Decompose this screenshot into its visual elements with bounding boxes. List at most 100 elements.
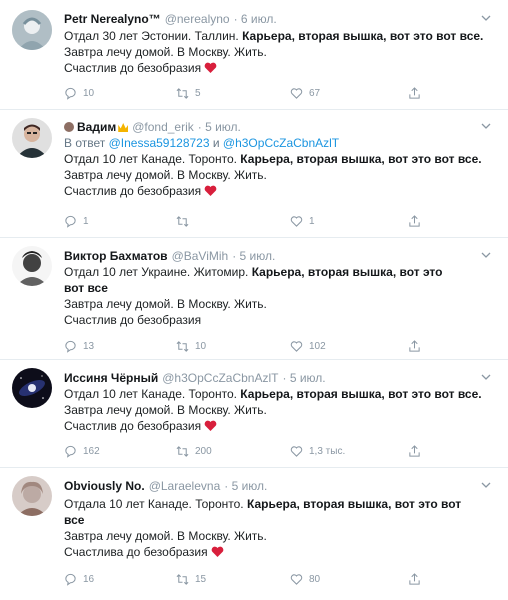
tweet-text-line: Завтра лечу домой. В Москву. Жить. — [64, 168, 267, 182]
reply-count: 10 — [83, 87, 95, 99]
like-button[interactable]: 80 — [290, 572, 320, 586]
tweet-text-line: Завтра лечу домой. В Москву. Жить. — [64, 403, 267, 417]
chevron-down-icon[interactable] — [480, 479, 492, 491]
share-icon — [409, 444, 420, 457]
reply-button[interactable]: 10 — [64, 86, 94, 100]
author-name[interactable]: Petr Nerealyno™ — [64, 12, 161, 26]
tweet[interactable]: Иссиня Чёрный @h3OpCcZaCbnAzlT · 5 июл. От… — [0, 360, 508, 468]
tweet-date[interactable]: · 5 июл. — [232, 249, 275, 263]
reply-context: В ответ @Inessa59128723 и @h3OpCcZaCbnAz… — [64, 135, 494, 151]
like-count: 1,3 тыс. — [309, 445, 346, 457]
retweet-count: 5 — [195, 87, 201, 99]
retweet-icon — [176, 573, 189, 585]
reply-icon — [65, 215, 76, 228]
retweet-button[interactable]: 5 — [176, 86, 201, 100]
tweet-actions: 13 10 102 — [64, 339, 504, 353]
tweet-date[interactable]: · 5 июл. — [282, 371, 325, 385]
heart-icon — [290, 573, 303, 585]
heart-icon — [290, 445, 303, 457]
tweet-text-line: Счастлив до безобразия — [64, 184, 202, 198]
author-handle[interactable]: @h3OpCcZaCbnAzlT — [162, 371, 278, 385]
reply-icon — [65, 445, 76, 458]
share-button[interactable] — [408, 444, 421, 458]
author-handle[interactable]: @Laraelevna — [149, 479, 221, 493]
tweet-text: Отдала 10 лет Канаде. Торонто. Карьера, … — [64, 496, 478, 560]
like-button[interactable]: 1,3 тыс. — [290, 444, 345, 458]
share-button[interactable] — [408, 86, 421, 100]
like-button[interactable]: 1 — [290, 214, 315, 228]
author-name[interactable]: Иссиня Чёрный — [64, 371, 158, 385]
red-heart-emoji-icon — [204, 420, 217, 431]
retweet-icon — [176, 340, 189, 352]
share-icon — [409, 214, 420, 227]
tweet[interactable]: Petr Nerealyno™ @nerealyno · 6 июл. Отдал … — [0, 0, 508, 110]
tweet-text-bold: Карьера, вторая вышка, вот это вот все. — [240, 387, 482, 401]
chevron-down-icon[interactable] — [480, 249, 492, 261]
tweet-actions: 162 200 1,3 тыс. — [64, 444, 504, 458]
tweet-text-line: Счастлив до безобразия — [64, 313, 202, 327]
share-button[interactable] — [408, 339, 421, 353]
tweet-text-line: Завтра лечу домой. В Москву. Жить. — [64, 529, 267, 543]
tweet[interactable]: Obviously No. @Laraelevna · 5 июл. Отдала … — [0, 468, 508, 600]
author-handle[interactable]: @BaViMih — [172, 249, 229, 263]
avatar[interactable] — [12, 368, 52, 408]
share-button[interactable] — [408, 572, 421, 586]
chevron-down-icon[interactable] — [480, 371, 492, 383]
tweet-date[interactable]: · 5 июл. — [198, 120, 241, 134]
tweet-text-bold: Карьера, вторая вышка, вот это вот все. — [240, 152, 482, 166]
reply-mention[interactable]: @h3OpCcZaCbnAzlT — [223, 136, 339, 150]
tweet-text-plain: Отдал 30 лет Эстонии. Таллин. — [64, 29, 243, 43]
reply-and: и — [209, 136, 223, 150]
retweet-button[interactable]: 10 — [176, 339, 206, 353]
tweet[interactable]: Виктор Бахматов @BaViMih · 5 июл. Отдал 10… — [0, 238, 508, 360]
share-button[interactable] — [408, 214, 421, 228]
reply-button[interactable]: 13 — [64, 339, 94, 353]
author-handle[interactable]: @fond_erik — [132, 120, 194, 134]
author-handle[interactable]: @nerealyno — [165, 12, 230, 26]
like-count: 67 — [309, 87, 321, 99]
share-icon — [409, 339, 420, 352]
tweet-text-line: Счастлив до безобразия — [64, 61, 202, 75]
tweet-actions: 10 5 67 — [64, 86, 504, 100]
author-name[interactable]: Obviously No. — [64, 479, 145, 493]
chevron-down-icon[interactable] — [480, 120, 492, 132]
tweet-actions: 16 15 80 — [64, 572, 504, 586]
tweet-text: Отдал 30 лет Эстонии. Таллин. Карьера, в… — [64, 28, 494, 76]
author-name[interactable]: Виктор Бахматов — [64, 249, 168, 263]
retweet-button[interactable]: 15 — [176, 572, 206, 586]
tweet-text-plain: Отдал 10 лет Канаде. Торонто. — [64, 152, 241, 166]
reply-button[interactable]: 16 — [64, 572, 94, 586]
reply-count: 162 — [83, 445, 100, 457]
tweet-text-line: Счастлива до безобразия — [64, 545, 208, 559]
share-icon — [409, 572, 420, 585]
author-name[interactable]: Вадим — [77, 120, 116, 134]
crown-emoji-icon — [118, 123, 129, 132]
tweet[interactable]: Вадим @fond_erik · 5 июл. В ответ @Inessa5… — [0, 110, 508, 238]
avatar[interactable] — [12, 118, 52, 158]
bear-emoji-icon — [64, 122, 74, 132]
reply-button[interactable]: 162 — [64, 444, 100, 458]
tweet-header: Иссиня Чёрный @h3OpCcZaCbnAzlT · 5 июл. — [64, 371, 326, 386]
reply-button[interactable]: 1 — [64, 214, 89, 228]
avatar[interactable] — [12, 10, 52, 50]
like-button[interactable]: 67 — [290, 86, 320, 100]
avatar[interactable] — [12, 476, 52, 516]
tweet-text-line: Завтра лечу домой. В Москву. Жить. — [64, 45, 267, 59]
heart-icon — [290, 215, 303, 227]
reply-count: 16 — [83, 573, 95, 585]
red-heart-emoji-icon — [204, 62, 217, 73]
like-count: 80 — [309, 573, 321, 585]
retweet-button[interactable] — [176, 214, 195, 228]
reply-prefix: В ответ — [64, 136, 109, 150]
retweet-count: 200 — [195, 445, 212, 457]
tweet-date[interactable]: · 5 июл. — [224, 479, 267, 493]
tweet-text: В ответ @Inessa59128723 и @h3OpCcZaCbnAz… — [64, 135, 494, 199]
avatar[interactable] — [12, 246, 52, 286]
tweet-text: Отдал 10 лет Украине. Житомир. Карьера, … — [64, 264, 448, 328]
like-button[interactable]: 102 — [290, 339, 326, 353]
chevron-down-icon[interactable] — [480, 12, 492, 24]
retweet-button[interactable]: 200 — [176, 444, 212, 458]
reply-count: 1 — [83, 215, 89, 227]
tweet-date[interactable]: · 6 июл. — [234, 12, 277, 26]
reply-mention[interactable]: @Inessa59128723 — [109, 136, 210, 150]
